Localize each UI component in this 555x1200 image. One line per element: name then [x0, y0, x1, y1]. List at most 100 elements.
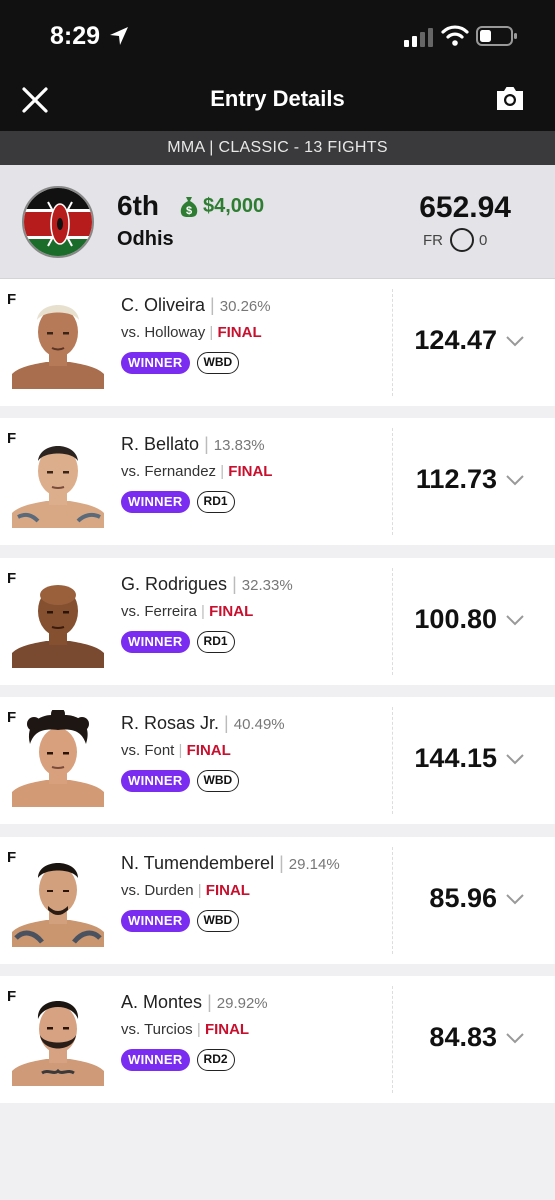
result-badges: WINNER WBD	[121, 352, 240, 374]
separator: |	[224, 713, 229, 733]
matchup-row: vs. Turcios | FINAL	[121, 1021, 249, 1038]
fighter-card[interactable]: F R. Rosas Jr. | 40.49% vs. Font | FINAL…	[0, 697, 555, 824]
fighter-headshot	[12, 571, 104, 668]
matchup-row: vs. Durden | FINAL	[121, 882, 250, 899]
fighter-card[interactable]: F C. Oliveira | 30.26% vs. Holloway | FI…	[0, 279, 555, 406]
method-badge: WBD	[196, 770, 240, 792]
separator: |	[220, 463, 225, 480]
camera-icon[interactable]	[494, 83, 526, 113]
total-points: 652.94	[419, 191, 511, 224]
fr-indicator: FR 0	[423, 228, 487, 252]
entry-rank: 6th	[117, 190, 159, 221]
prize-amount: $ $4,000	[179, 195, 264, 218]
fighter-points: 112.73	[415, 464, 497, 494]
separator: |	[178, 742, 183, 759]
winner-badge: WINNER	[121, 770, 190, 792]
fighter-card[interactable]: F N. Tumendemberel | 29.14% vs. Durden |…	[0, 837, 555, 964]
fight-status: FINAL	[217, 324, 262, 341]
chevron-down-icon[interactable]	[505, 473, 525, 487]
roster-position: F	[7, 291, 17, 308]
contest-info-bar: MMA | CLASSIC - 13 FIGHTS	[0, 131, 555, 165]
chevron-down-icon[interactable]	[505, 334, 525, 348]
winner-badge: WINNER	[121, 1049, 190, 1071]
avatar	[22, 186, 94, 258]
winner-badge: WINNER	[121, 491, 190, 513]
separator: |	[207, 992, 212, 1012]
fighter-card[interactable]: F A. Montes | 29.92% vs. Turcios | FINAL…	[0, 976, 555, 1103]
kenya-flag-avatar	[24, 188, 92, 256]
ownership-percent: 29.92%	[216, 995, 268, 1012]
fighter-name-row[interactable]: N. Tumendemberel | 29.14%	[121, 853, 340, 874]
ownership-percent: 30.26%	[219, 298, 271, 315]
username: Odhis	[117, 228, 174, 250]
matchup-row: vs. Fernandez | FINAL	[121, 463, 272, 480]
fr-circle-icon	[450, 228, 474, 252]
fighter-name[interactable]: R. Bellato	[121, 434, 199, 454]
roster-position: F	[7, 430, 17, 447]
fighter-photo-icon	[12, 305, 104, 389]
fighter-name-row[interactable]: A. Montes | 29.92%	[121, 992, 268, 1013]
fighter-name[interactable]: R. Rosas Jr.	[121, 713, 219, 733]
fighter-photo-icon	[12, 585, 104, 668]
fighter-name-row[interactable]: R. Bellato | 13.83%	[121, 434, 265, 455]
nav-bar: Entry Details	[0, 74, 555, 131]
divider	[392, 568, 393, 675]
separator: |	[210, 295, 215, 315]
fight-status: FINAL	[204, 1021, 250, 1038]
chevron-down-icon[interactable]	[505, 1031, 525, 1045]
winner-badge: WINNER	[121, 352, 190, 374]
fighter-headshot	[12, 431, 104, 528]
opponent: vs. Turcios	[121, 1021, 193, 1038]
fighter-name[interactable]: N. Tumendemberel	[121, 853, 274, 873]
opponent: vs. Fernandez	[121, 463, 217, 480]
battery-icon	[476, 26, 517, 46]
divider	[392, 428, 393, 535]
fighter-name-row[interactable]: G. Rodrigues | 32.33%	[121, 574, 293, 595]
divider	[392, 986, 393, 1093]
roster-position: F	[7, 849, 17, 866]
fighter-card[interactable]: F R. Bellato | 13.83% vs. Fernandez | FI…	[0, 418, 555, 545]
fighter-points: 144.15	[414, 743, 497, 773]
fighter-points: 85.96	[429, 883, 497, 913]
separator: |	[279, 853, 284, 873]
result-badges: WINNER RD1	[121, 491, 235, 513]
opponent: vs. Font	[121, 742, 175, 759]
fighter-headshot	[12, 292, 104, 389]
money-bag-icon: $	[180, 196, 198, 217]
status-bar: 8:29	[0, 0, 555, 74]
method-badge: RD1	[196, 491, 235, 513]
matchup-row: vs. Ferreira | FINAL	[121, 603, 253, 620]
fighter-card[interactable]: F G. Rodrigues | 32.33% vs. Ferreira | F…	[0, 558, 555, 685]
fighter-name-row[interactable]: C. Oliveira | 30.26%	[121, 295, 271, 316]
chevron-down-icon[interactable]	[505, 613, 525, 627]
fight-status: FINAL	[205, 882, 250, 899]
method-badge: WBD	[196, 910, 240, 932]
opponent: vs. Durden	[121, 882, 194, 899]
separator: |	[209, 324, 214, 341]
method-badge: WBD	[196, 352, 240, 374]
fighter-photo-icon	[12, 446, 104, 528]
fighter-points: 84.83	[429, 1022, 497, 1052]
fighter-name[interactable]: A. Montes	[121, 992, 202, 1012]
separator: |	[201, 603, 205, 620]
opponent: vs. Ferreira	[121, 603, 197, 620]
result-badges: WINNER WBD	[121, 770, 240, 792]
fight-status: FINAL	[186, 742, 231, 759]
ownership-percent: 29.14%	[288, 856, 340, 873]
fighter-headshot	[12, 989, 104, 1086]
fighter-headshot	[12, 710, 104, 807]
location-arrow-icon	[110, 27, 128, 45]
fighter-photo-icon	[12, 863, 104, 947]
fighter-name[interactable]: G. Rodrigues	[121, 574, 227, 594]
matchup-row: vs. Holloway | FINAL	[121, 324, 262, 341]
chevron-down-icon[interactable]	[505, 892, 525, 906]
result-badges: WINNER RD2	[121, 1049, 235, 1071]
fighter-name-row[interactable]: R. Rosas Jr. | 40.49%	[121, 713, 285, 734]
separator: |	[232, 574, 237, 594]
svg-text:$: $	[186, 205, 192, 217]
chevron-down-icon[interactable]	[505, 752, 525, 766]
ownership-percent: 13.83%	[213, 437, 265, 454]
fight-status: FINAL	[209, 603, 254, 620]
roster-position: F	[7, 709, 17, 726]
fighter-name[interactable]: C. Oliveira	[121, 295, 205, 315]
